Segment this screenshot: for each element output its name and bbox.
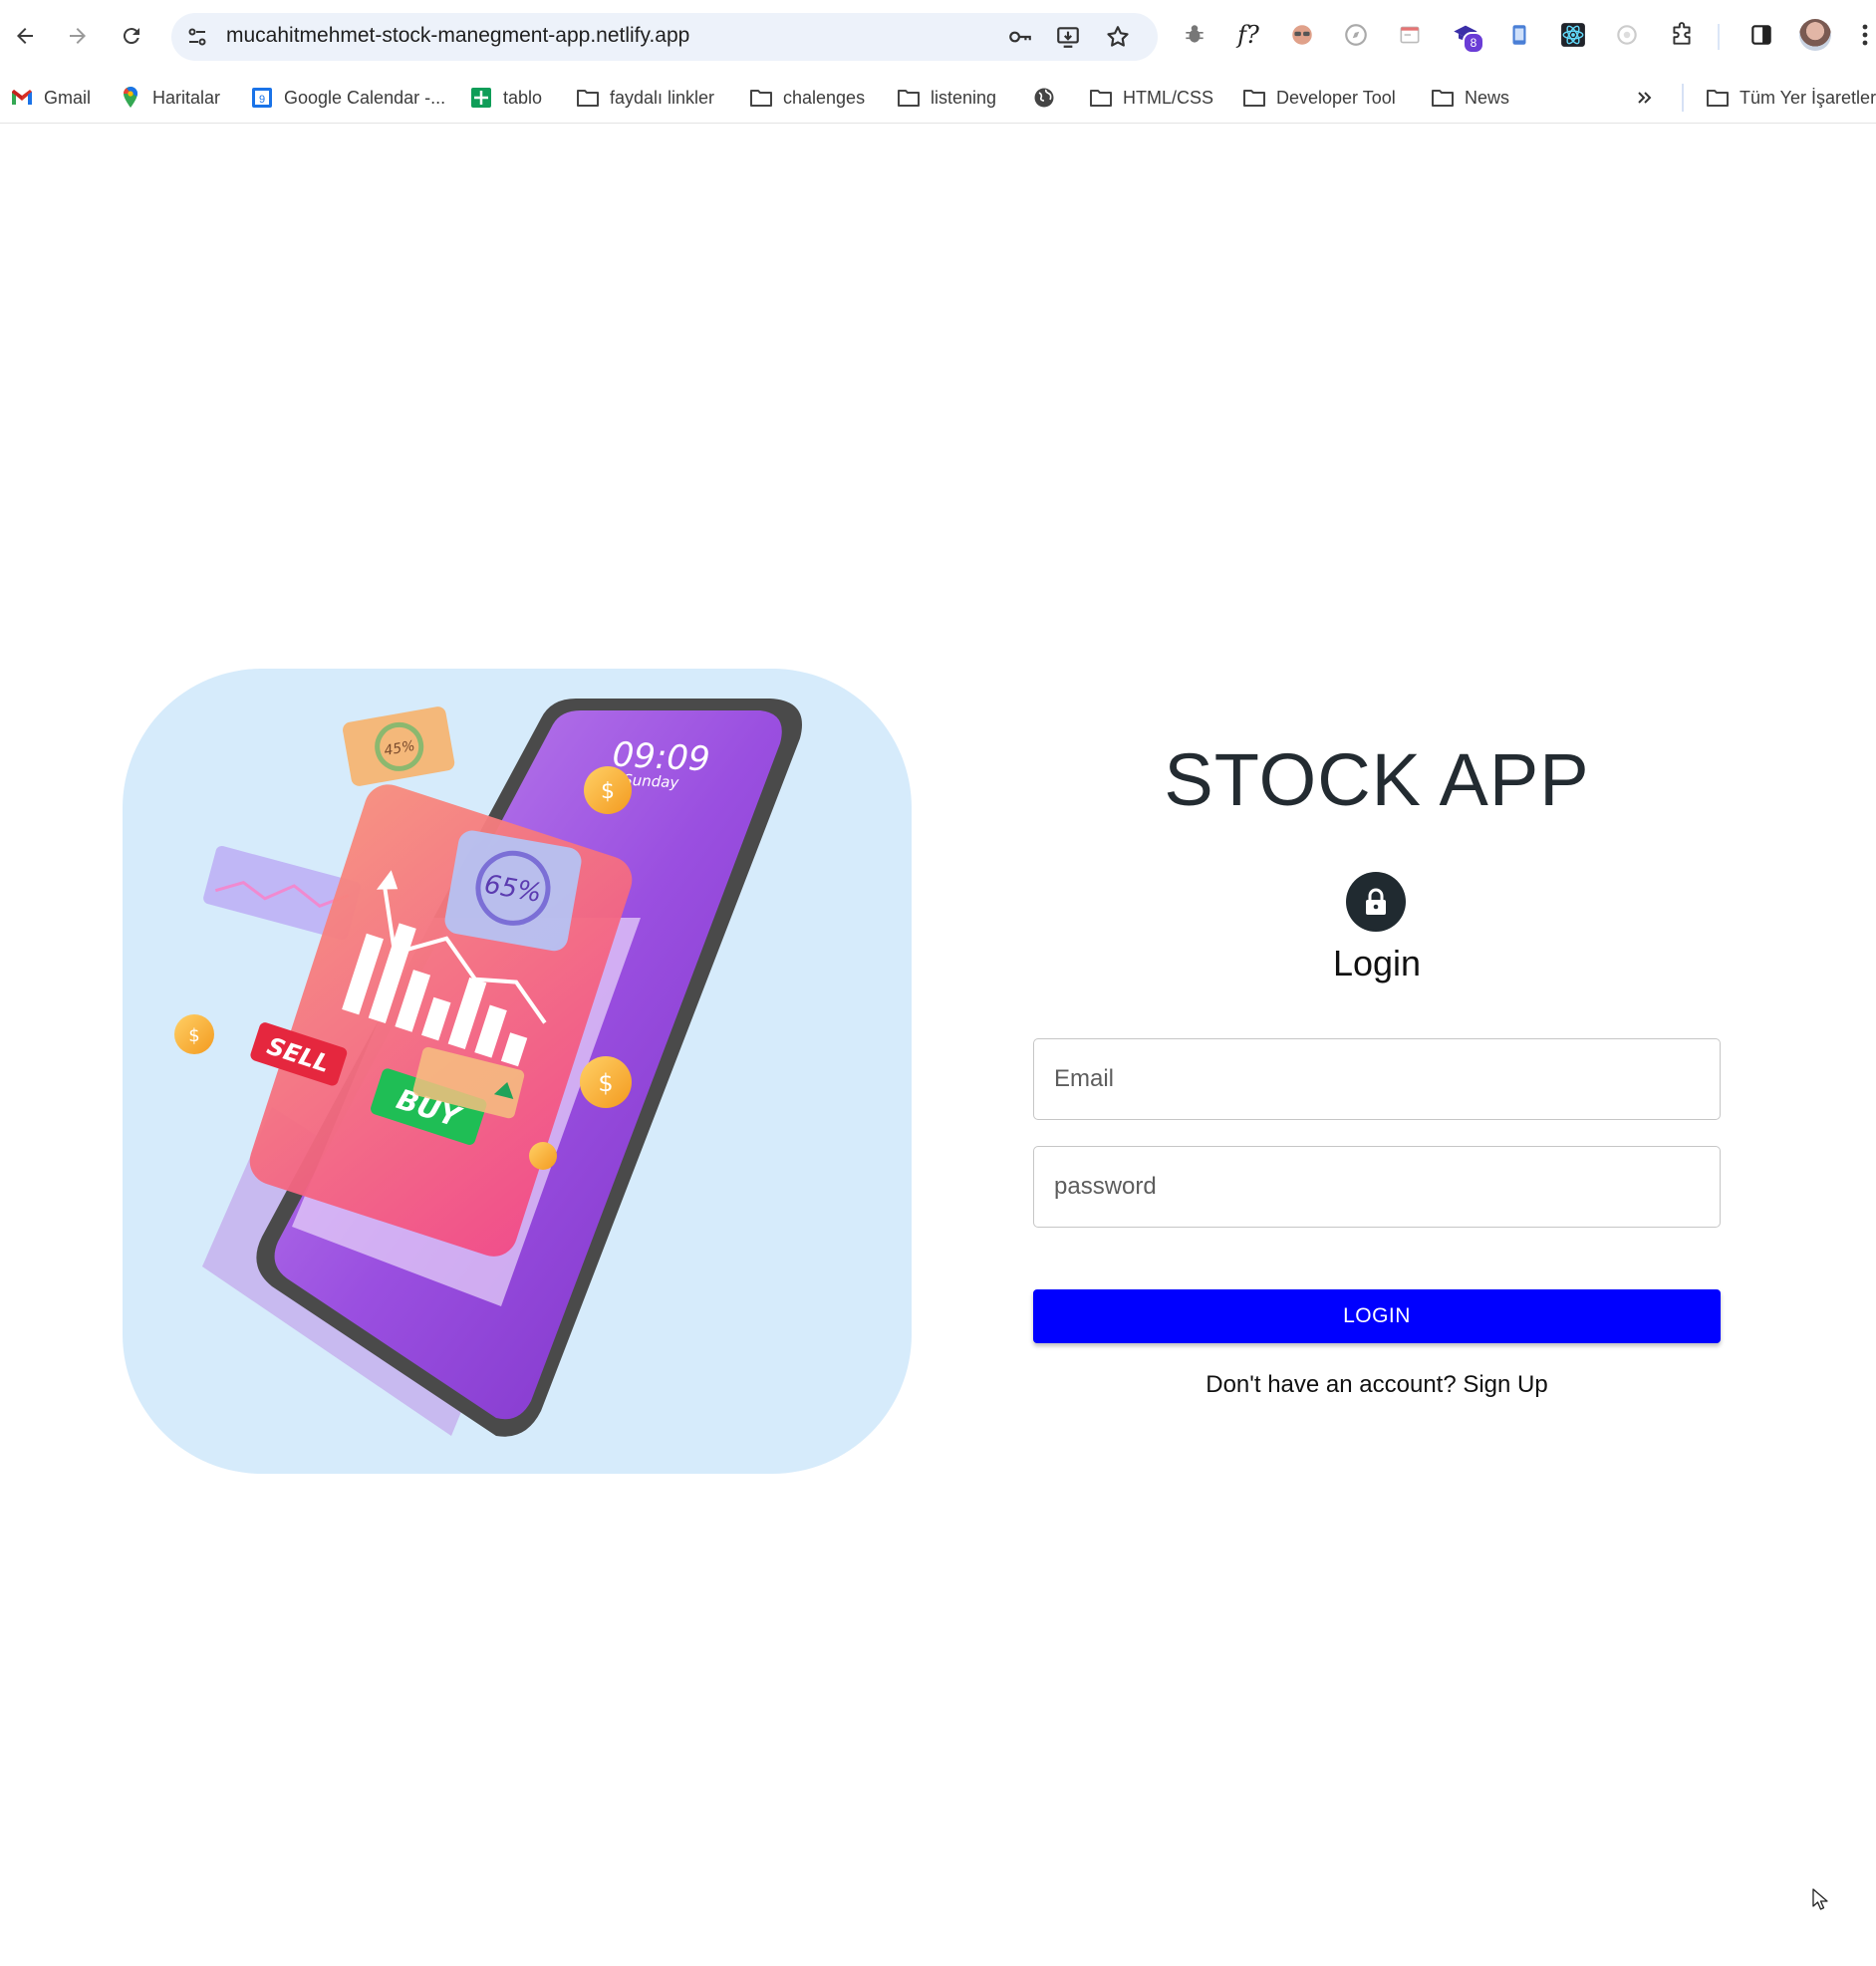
hero-illustration: 09:09 Sunday 45% SELL BUY 65% $ $ $ <box>123 669 912 1474</box>
bookmark-label: listening <box>931 87 997 108</box>
browser-toolbar: mucahitmehmet-stock-manegment-app.netlif… <box>0 0 1876 73</box>
toolbar-divider <box>1718 24 1720 50</box>
forward-icon[interactable] <box>62 20 94 52</box>
bookmark-label: faydalı linkler <box>610 87 715 108</box>
folder-icon <box>1242 86 1266 110</box>
password-input[interactable] <box>1034 1147 1720 1227</box>
mouse-cursor-icon <box>1811 1887 1829 1916</box>
bookmark-label: HTML/CSS <box>1123 87 1214 108</box>
bookmark-gmail[interactable]: Gmail <box>10 81 91 115</box>
lock-icon <box>1346 872 1406 932</box>
bookmark-listening[interactable]: listening <box>897 81 996 115</box>
address-bar[interactable]: mucahitmehmet-stock-manegment-app.netlif… <box>171 13 1158 61</box>
bookmark-label: Gmail <box>44 87 92 108</box>
site-settings-icon[interactable] <box>185 25 209 49</box>
folder-icon <box>749 86 773 110</box>
password-field[interactable] <box>1033 1146 1721 1228</box>
folder-icon <box>1431 86 1455 110</box>
bookmarks-divider <box>1682 84 1684 112</box>
profile-avatar[interactable] <box>1799 19 1831 51</box>
compass-extension-icon[interactable] <box>1339 18 1373 52</box>
bookmark-html-css[interactable]: HTML/CSS <box>1089 81 1213 115</box>
stock-phone-illustration: 09:09 Sunday 45% SELL BUY 65% $ $ $ <box>174 699 802 1437</box>
svg-text:9: 9 <box>259 94 265 106</box>
side-panel-icon[interactable] <box>1744 18 1778 52</box>
folder-icon <box>897 86 921 110</box>
back-icon[interactable] <box>9 20 41 52</box>
extension-badge: 8 <box>1463 32 1484 54</box>
login-button[interactable]: LOGIN <box>1033 1289 1721 1343</box>
menu-dots-icon[interactable] <box>1855 18 1875 52</box>
all-bookmarks-folder[interactable]: Tüm Yer İşaretleri <box>1706 81 1876 115</box>
globe-icon <box>1032 86 1056 110</box>
graduation-extension-icon[interactable]: 8 <box>1449 18 1484 54</box>
bookmark-maps[interactable]: Haritalar <box>119 81 220 115</box>
reload-icon[interactable] <box>116 20 147 52</box>
bookmark-globe[interactable] <box>1032 81 1056 115</box>
font-finder-icon[interactable]: f? <box>1231 18 1265 52</box>
refresh-extension-icon[interactable] <box>1610 18 1644 52</box>
bookmark-label: Developer Tool <box>1276 87 1396 108</box>
bookmark-label: tablo <box>503 87 543 108</box>
url-text[interactable]: mucahitmehmet-stock-manegment-app.netlif… <box>226 24 689 48</box>
phone-extension-icon[interactable] <box>1502 18 1536 52</box>
signup-prompt[interactable]: Don't have an account? Sign Up <box>1033 1371 1721 1399</box>
key-icon[interactable] <box>1006 23 1034 51</box>
extensions-puzzle-icon[interactable] <box>1665 18 1699 52</box>
svg-text:$: $ <box>188 1025 199 1046</box>
bookmark-label: News <box>1465 87 1510 108</box>
bookmark-tablo[interactable]: tablo <box>469 81 542 115</box>
bookmark-label: Haritalar <box>152 87 221 108</box>
calendar-icon: 9 <box>250 86 274 110</box>
bookmark-news[interactable]: News <box>1431 81 1509 115</box>
maps-icon <box>119 86 142 110</box>
signup-link[interactable]: Don't have an account? Sign Up <box>1206 1371 1547 1398</box>
sheets-icon <box>469 86 493 110</box>
bookmark-calendar[interactable]: 9 Google Calendar -... <box>250 81 445 115</box>
folder-icon <box>576 86 600 110</box>
bookmarks-bar: Gmail Haritalar 9 Google Calendar -... t… <box>0 73 1876 124</box>
svg-text:$: $ <box>601 779 615 804</box>
folder-icon <box>1089 86 1113 110</box>
react-devtools-icon[interactable] <box>1556 18 1590 52</box>
bookmarks-overflow-chevron-icon[interactable] <box>1635 81 1655 115</box>
email-input[interactable] <box>1034 1039 1720 1119</box>
window-extension-icon[interactable] <box>1393 18 1427 52</box>
folder-icon <box>1706 86 1730 110</box>
bookmark-chalenges[interactable]: chalenges <box>749 81 865 115</box>
bookmark-label: Google Calendar -... <box>284 87 446 108</box>
bookmark-label: Tüm Yer İşaretleri <box>1740 87 1876 108</box>
mask-extension-icon[interactable] <box>1285 18 1319 52</box>
gmail-icon <box>10 86 34 110</box>
bug-extension-icon[interactable] <box>1178 18 1211 52</box>
bookmark-developer-tool[interactable]: Developer Tool <box>1242 81 1396 115</box>
install-app-icon[interactable] <box>1054 23 1082 51</box>
email-field[interactable] <box>1033 1038 1721 1120</box>
app-title: STOCK APP <box>1164 738 1590 821</box>
login-heading: Login <box>1332 943 1422 983</box>
svg-text:$: $ <box>598 1069 613 1097</box>
bookmark-star-icon[interactable] <box>1104 23 1132 51</box>
bookmark-label: chalenges <box>783 87 866 108</box>
bookmark-faydali-linkler[interactable]: faydalı linkler <box>576 81 714 115</box>
